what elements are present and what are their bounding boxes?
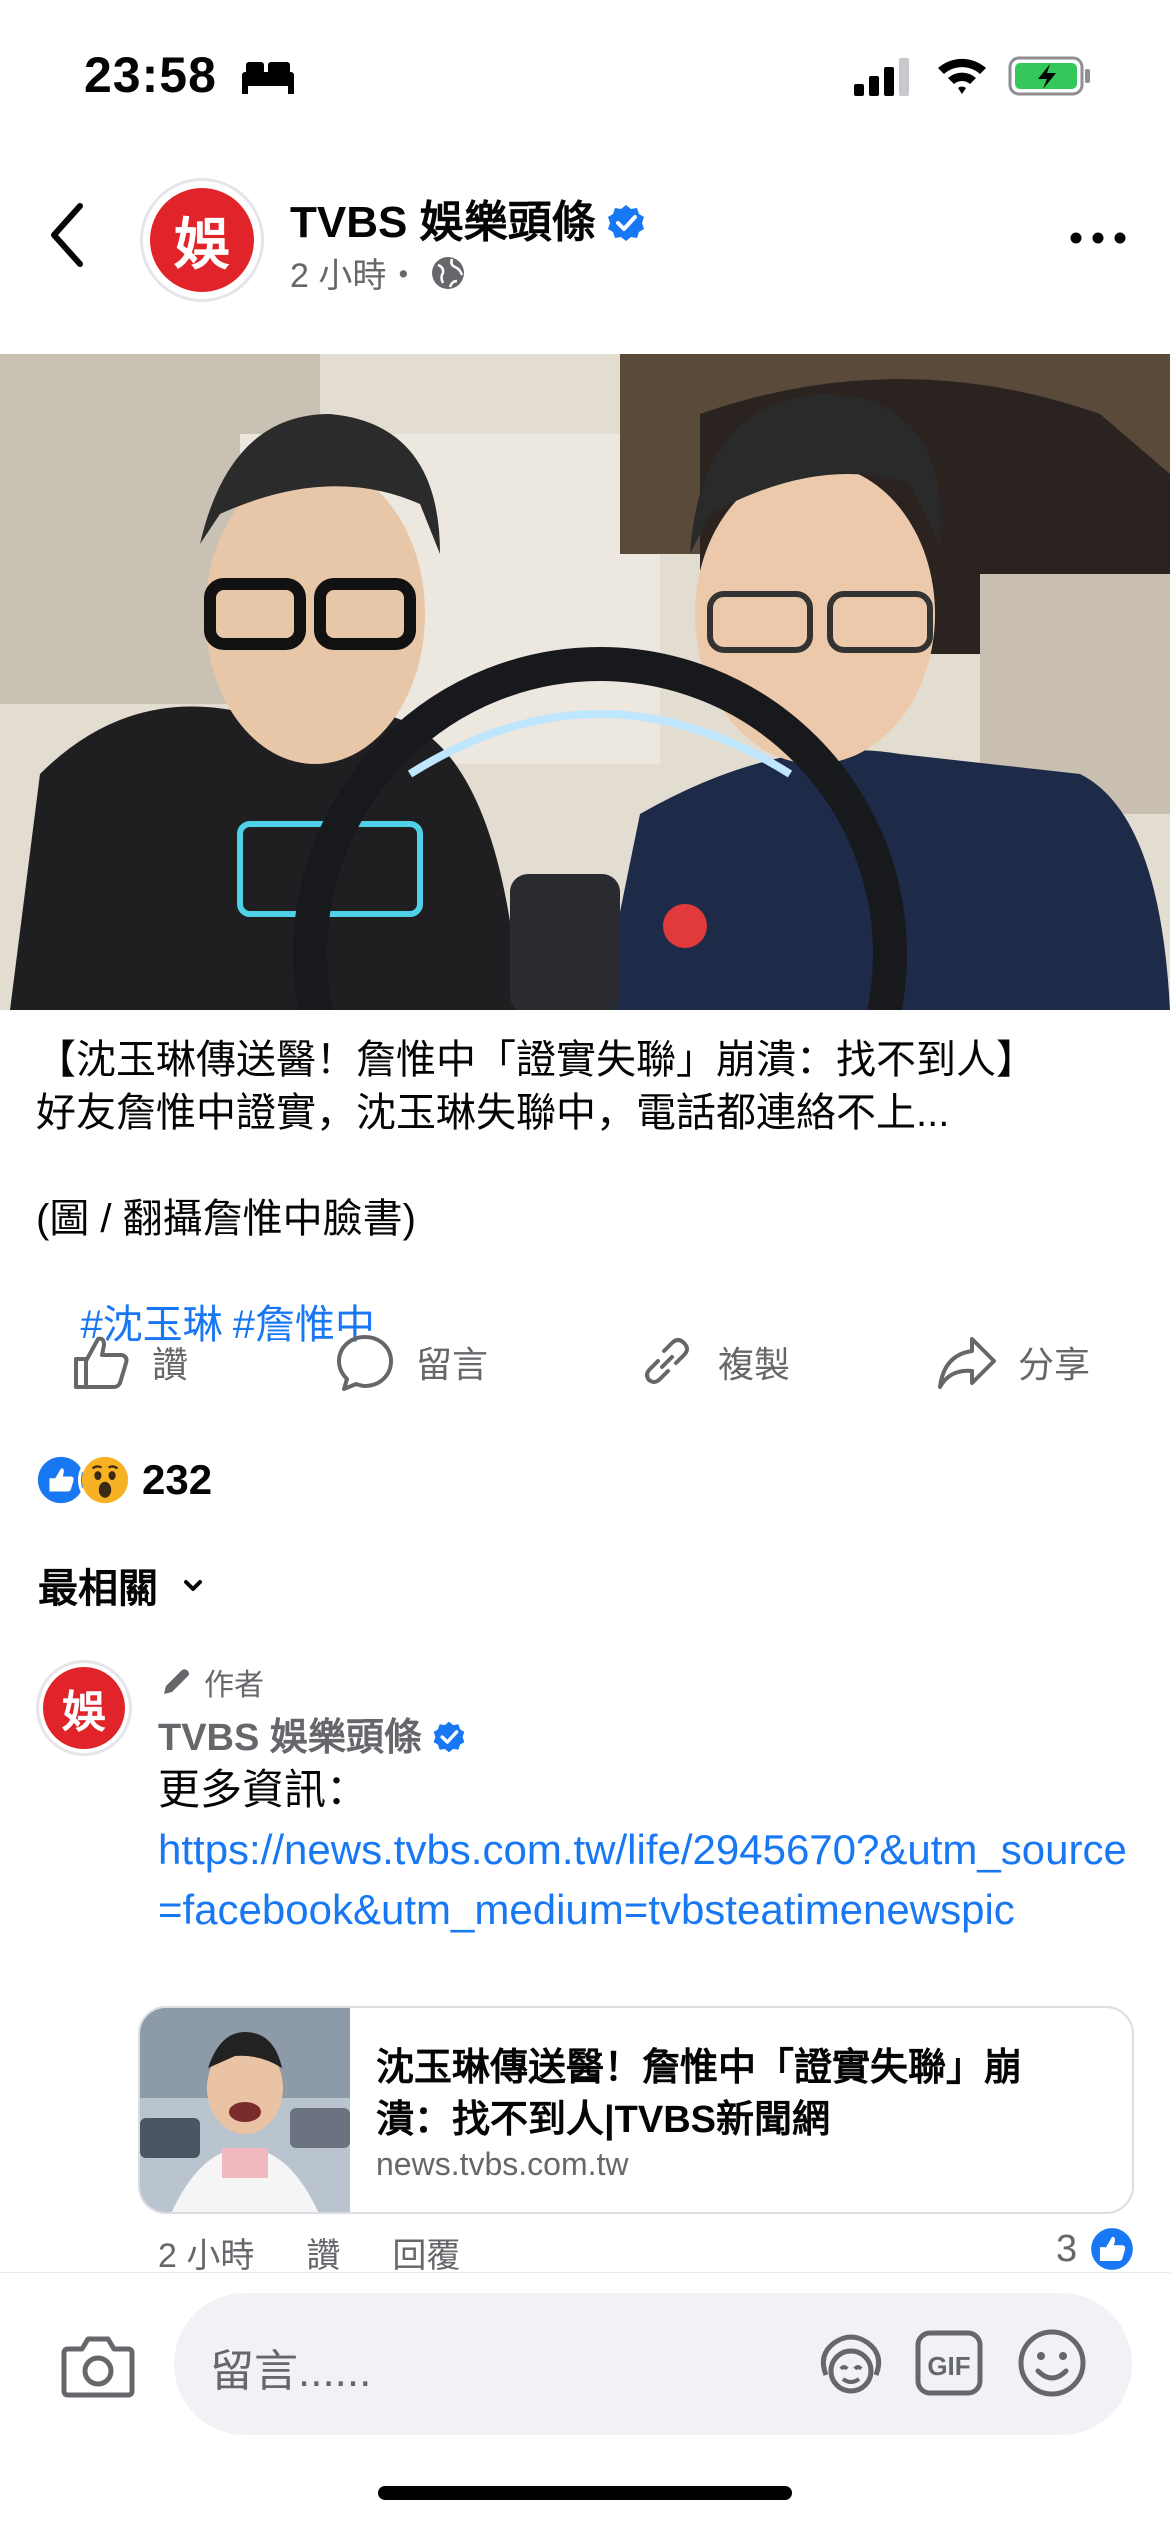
comment-like-count[interactable]: 3 [1056,2224,1137,2274]
verified-badge-icon [433,1721,465,1753]
share-arrow-icon [938,1337,996,1389]
avatar-logo: 娛 [43,1667,125,1749]
post-meta: 2 小時・ [290,248,466,297]
reaction-count: 232 [142,1456,213,1503]
author-badge: 作者 [158,1660,264,1704]
emoji-icon[interactable] [1016,2327,1088,2399]
avatar-logo-text: 娛 [174,212,230,278]
comment-like-button[interactable]: 讚 [306,2228,340,2277]
bed-icon [242,62,294,94]
cellular-signal-icon [854,58,909,96]
sort-label: 最相關 [38,1567,158,1611]
comment-author-name-text[interactable]: TVBS 娛樂頭條 [158,1717,422,1759]
copy-button-label: 複製 [718,1344,791,1385]
wow-reaction-icon [78,1453,132,1507]
link-preview-domain: news.tvbs.com.tw [376,2146,629,2182]
thumbs-up-icon [74,1336,129,1389]
page-avatar[interactable]: 娛 [140,178,264,302]
comment-input[interactable]: 留言...... GIF [174,2293,1132,2435]
camera-icon[interactable] [60,2333,136,2399]
wifi-icon [938,58,986,94]
comment-bubble-icon [337,1335,393,1391]
page-name-text[interactable]: TVBS 娛樂頭條 [290,198,596,247]
like-reaction-icon [1088,2225,1136,2273]
more-horizontal-icon[interactable] [1066,222,1130,254]
caption-summary: 好友詹惟中證實，沈玉琳失聯中，電話都連絡不上... [36,1091,950,1135]
avatar-logo: 娛 [150,188,254,292]
battery-charging-icon [1008,56,1090,96]
share-button-label: 分享 [1018,1344,1091,1385]
link-icon [645,1338,689,1384]
comment-input-placeholder: 留言...... [210,2347,372,2396]
status-time: 23:58 [84,47,217,103]
globe-icon [432,256,465,289]
verified-badge-icon [607,205,644,241]
comment-author-avatar[interactable]: 娛 [36,1660,132,1756]
gif-icon[interactable]: GIF [914,2327,984,2399]
caption-headline: 【沈玉琳傳送醫！詹惟中「證實失聯」崩潰：找不到人】 [36,1038,1036,1082]
link-preview-thumbnail [140,2008,350,2212]
comment-sort-dropdown[interactable]: 最相關 [38,1556,208,1614]
like-button[interactable]: 讚 [70,1322,188,1402]
status-bar: 23:58 [0,0,1170,150]
gif-icon-label: GIF [927,2351,970,2381]
avatar-sticker-icon[interactable] [812,2325,890,2403]
caption-spacer [36,1140,1146,1193]
share-button[interactable]: 分享 [936,1322,1090,1402]
like-button-label: 讚 [152,1344,189,1385]
comment-time: 2 小時 [158,2237,255,2275]
comment-like-count-value: 3 [1056,2227,1078,2270]
copy-link-button[interactable]: 複製 [636,1322,790,1402]
comment-actions: 2 小時 讚 回覆 [158,2228,460,2277]
comment-text: 更多資訊： [158,1766,369,1813]
home-indicator [378,2486,792,2500]
page-name[interactable]: TVBS 娛樂頭條 [290,186,646,250]
comment-avatar-logo-text: 娛 [62,1687,106,1738]
link-preview-title: 沈玉琳傳送醫！詹惟中「證實失聯」崩潰：找不到人|TVBS新聞網 [376,2047,1023,2141]
comment-reply-button[interactable]: 回覆 [392,2228,460,2277]
comment-author-name[interactable]: TVBS 娛樂頭條 [158,1706,466,1761]
caption-credit: (圖 / 翻攝詹惟中臉書) [36,1197,416,1241]
comment-link[interactable]: https://news.tvbs.com.tw/life/2945670?&u… [158,1820,1138,1940]
comment-body: 更多資訊： https://news.tvbs.com.tw/life/2945… [158,1760,1138,1940]
comment-button-label: 留言 [416,1344,489,1385]
pencil-icon [164,1669,189,1694]
link-preview-card[interactable]: 沈玉琳傳送醫！詹惟中「證實失聯」崩潰：找不到人|TVBS新聞網 news.tvb… [138,2006,1134,2214]
post-photo-illustration [0,354,1170,1010]
comment-button[interactable]: 留言 [334,1322,488,1402]
post-header: 娛 TVBS 娛樂頭條 2 小時・ [0,170,1170,310]
chevron-left-icon[interactable] [44,200,92,270]
post-photo[interactable] [0,354,1170,1010]
author-tag-label: 作者 [204,1669,264,1702]
post-time[interactable]: 2 小時・ [290,248,420,297]
chevron-down-icon [184,1580,202,1591]
reaction-summary[interactable]: 232 [34,1448,212,1512]
post-action-bar: 讚 留言 複製 分享 [0,1322,1170,1402]
